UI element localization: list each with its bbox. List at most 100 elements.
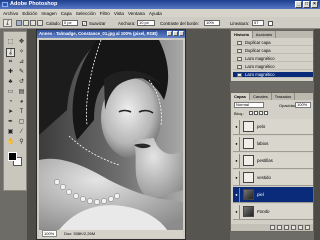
crop-icon[interactable]: ⌗: [6, 58, 15, 67]
minimize-button[interactable]: _: [295, 1, 302, 8]
marquee-icon[interactable]: ⬚: [6, 38, 15, 47]
layer-row[interactable]: ● Fondo: [233, 204, 313, 220]
eraser-icon[interactable]: ▭: [6, 88, 15, 97]
eye-icon[interactable]: ●: [234, 171, 240, 185]
title-bar: Adobe Photoshop _ □ ×: [0, 0, 320, 9]
doc-minimize-button[interactable]: [167, 31, 172, 36]
layer-thumbnail: [243, 155, 254, 166]
shape-icon[interactable]: ▢: [17, 118, 26, 127]
eye-icon[interactable]: ●: [234, 188, 240, 202]
path-select-icon[interactable]: ➤: [6, 108, 15, 117]
hand-icon[interactable]: ✋: [6, 138, 15, 147]
width-label: Anchura:: [118, 20, 136, 26]
lock-all-checkbox[interactable]: [264, 111, 268, 115]
eye-icon[interactable]: ●: [234, 137, 240, 151]
lock-options: [249, 111, 268, 115]
layer-name: pestillas: [257, 158, 273, 163]
lasso-icon: ʆ: [6, 20, 9, 26]
add-layer-style-button[interactable]: [270, 225, 275, 230]
foreground-color-swatch[interactable]: [8, 152, 17, 161]
move-icon[interactable]: ✥: [17, 38, 26, 47]
menu-imagen[interactable]: Imagen: [41, 11, 56, 16]
menu-archivo[interactable]: Archivo: [3, 11, 18, 16]
new-set-button[interactable]: [284, 225, 289, 230]
eye-icon[interactable]: ●: [234, 154, 240, 168]
tab-channels[interactable]: Canales: [250, 93, 272, 100]
blur-icon[interactable]: ◔: [6, 98, 15, 107]
tab-layers[interactable]: Capas: [231, 93, 251, 100]
history-state[interactable]: Lazo magnético: [233, 64, 313, 70]
layer-row[interactable]: ● vestido: [233, 170, 313, 186]
eyedropper-icon[interactable]: ⁄: [17, 128, 26, 137]
eye-icon[interactable]: ●: [234, 120, 240, 134]
add-mask-button[interactable]: [277, 225, 282, 230]
blend-mode-select[interactable]: Normal: [234, 102, 264, 108]
maximize-button[interactable]: □: [303, 1, 310, 8]
tab-history[interactable]: Historia: [231, 31, 253, 38]
doc-close-button[interactable]: [179, 31, 184, 36]
opacity-input[interactable]: 100%: [295, 102, 311, 108]
close-button[interactable]: ×: [311, 1, 318, 8]
menu-seleccion[interactable]: Selección: [76, 11, 96, 16]
tool-grid: ⬚ ✥ ʆ ✧ ⌗ ⊿ ✚ ✎ ♣ ↺ ▭ ▤ ◔ ◕ ➤ T ✒ ▢ ▣ ⁄ ✋ ⚲: [6, 38, 26, 147]
layer-row[interactable]: ● labios: [233, 136, 313, 152]
lock-image-checkbox[interactable]: [254, 111, 258, 115]
slice-icon[interactable]: ⊿: [17, 58, 26, 67]
history-state[interactable]: Duplicar capa: [233, 40, 313, 46]
tool-preset-picker[interactable]: ʆ: [3, 19, 12, 27]
eye-icon[interactable]: ●: [234, 205, 240, 219]
frequency-input[interactable]: 57: [252, 19, 264, 26]
lasso-icon[interactable]: ʆ: [6, 48, 15, 57]
feather-input[interactable]: 0 px: [62, 19, 78, 26]
document-title: Annex - Talmadge, Constance_01.jpg al 10…: [39, 31, 158, 36]
delete-layer-button[interactable]: [305, 225, 310, 230]
new-adjustment-button[interactable]: [291, 225, 296, 230]
dodge-icon[interactable]: ◕: [17, 98, 26, 107]
magic-wand-icon[interactable]: ✧: [17, 48, 26, 57]
image-canvas[interactable]: [39, 40, 183, 230]
menu-vista[interactable]: Vista: [114, 11, 124, 16]
layers-tabs: Capas Canales Trazados: [231, 93, 313, 100]
zoom-field[interactable]: 100%: [42, 230, 57, 237]
pen-pressure-toggle[interactable]: [268, 20, 273, 26]
tab-actions[interactable]: Acciones: [253, 31, 277, 38]
doc-maximize-button[interactable]: [173, 31, 178, 36]
new-layer-button[interactable]: [298, 225, 303, 230]
pen-icon[interactable]: ✒: [6, 118, 15, 127]
history-state[interactable]: Duplicar capa: [233, 48, 313, 54]
layer-row[interactable]: ● piel: [233, 187, 313, 203]
healing-icon[interactable]: ✚: [6, 68, 15, 77]
antialias-checkbox[interactable]: ✓: [82, 20, 87, 26]
lock-transparency-checkbox[interactable]: [249, 111, 253, 115]
stamp-icon[interactable]: ♣: [6, 78, 15, 87]
history-state[interactable]: Lazo magnético: [233, 72, 313, 78]
notes-icon[interactable]: ▣: [6, 128, 15, 137]
menu-filtro[interactable]: Filtro: [100, 11, 110, 16]
menu-ayuda[interactable]: Ayuda: [149, 11, 162, 16]
document-window: Annex - Talmadge, Constance_01.jpg al 10…: [36, 29, 186, 240]
history-state-icon: [237, 49, 242, 53]
new-selection-button[interactable]: [16, 20, 22, 26]
width-input[interactable]: 10 px: [137, 19, 155, 26]
layer-row[interactable]: ● pestillas: [233, 153, 313, 169]
history-state[interactable]: Lazo magnético: [233, 56, 313, 62]
zoom-icon[interactable]: ⚲: [17, 138, 26, 147]
history-brush-icon[interactable]: ↺: [17, 78, 26, 87]
subtract-selection-button[interactable]: [30, 20, 36, 26]
tab-paths[interactable]: Trazados: [272, 93, 296, 100]
edge-contrast-input[interactable]: 10%: [204, 19, 220, 26]
menu-capa[interactable]: Capa: [61, 11, 72, 16]
type-icon[interactable]: T: [17, 108, 26, 117]
feather-label: Calado:: [46, 20, 61, 26]
layer-row[interactable]: ● pelo: [233, 119, 313, 135]
intersect-selection-button[interactable]: [37, 20, 43, 26]
history-state-icon: [237, 41, 242, 45]
brush-icon[interactable]: ✎: [17, 68, 26, 77]
layer-name: labios: [257, 141, 269, 146]
layer-thumbnail: [243, 189, 254, 200]
gradient-icon[interactable]: ▤: [17, 88, 26, 97]
lock-position-checkbox[interactable]: [259, 111, 263, 115]
menu-edicion[interactable]: Edición: [22, 11, 37, 16]
menu-ventana[interactable]: Ventana: [128, 11, 145, 16]
add-selection-button[interactable]: [23, 20, 29, 26]
